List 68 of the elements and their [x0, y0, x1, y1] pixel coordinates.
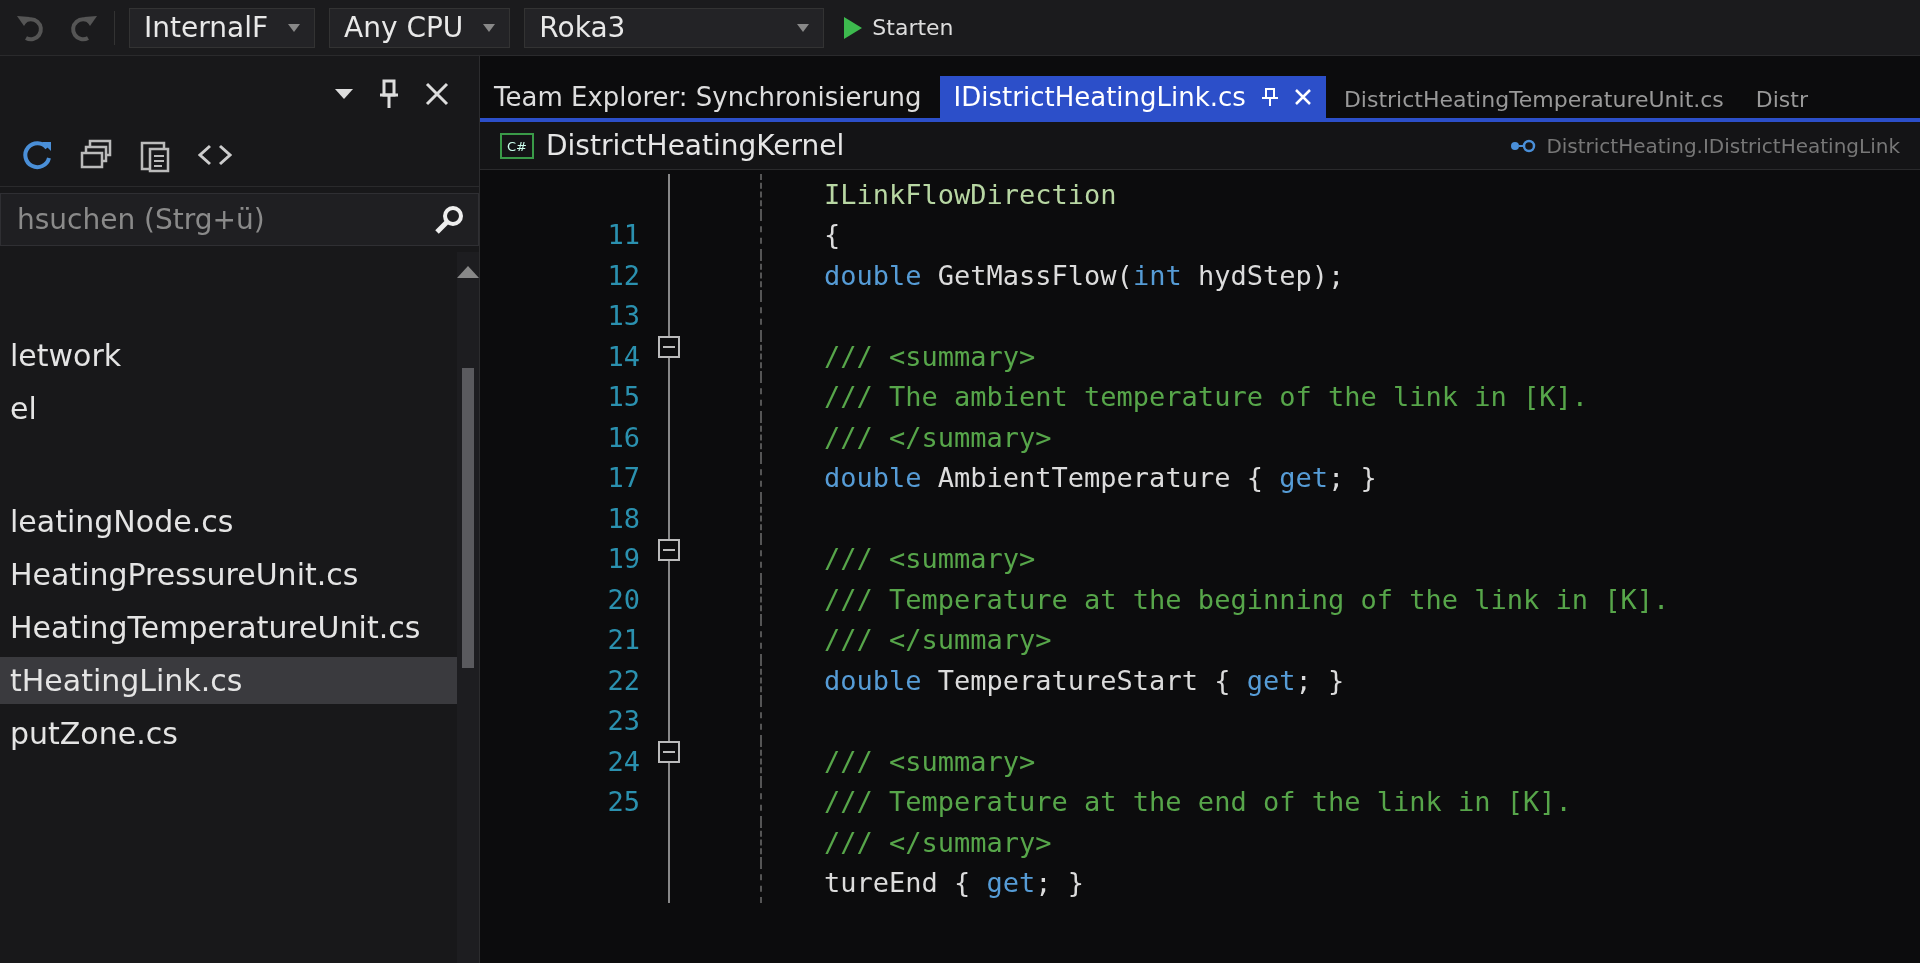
collapse-icon[interactable]: [658, 538, 680, 561]
line-number: 20: [606, 583, 640, 615]
code-line: double TemperatureStart { get; }: [823, 664, 1345, 696]
code-line: /// </summary>: [823, 421, 1052, 453]
search-field[interactable]: hsuchen (Strg+ü): [0, 193, 479, 246]
line-number: 12: [606, 259, 640, 291]
line-number: 22: [606, 664, 640, 696]
caret-icon[interactable]: [335, 89, 353, 99]
search-icon[interactable]: [434, 204, 464, 235]
code-line: /// <summary>: [823, 340, 1036, 372]
editor-tab[interactable]: IDistrictHeatingLink.cs: [939, 76, 1326, 118]
line-number: 25: [606, 786, 640, 818]
tree-item[interactable]: putZone.cs: [0, 710, 457, 757]
code-line: /// <summary>: [823, 745, 1036, 777]
tree-item[interactable]: el: [0, 385, 457, 432]
code-line: double AmbientTemperature { get; }: [823, 462, 1377, 494]
code-line: /// The ambient temperature of the link in [K].: [823, 381, 1588, 413]
editor-tab[interactable]: Team Explorer: Synchronisierung: [480, 76, 936, 118]
line-number: 19: [606, 543, 640, 575]
start-button[interactable]: Starten: [838, 14, 960, 41]
scrollbar-thumb[interactable]: [462, 368, 474, 668]
code-line: ILinkFlowDirection: [823, 178, 1117, 210]
code-line: /// Temperature at the end of the link in [K].: [823, 786, 1572, 818]
line-number: 11: [606, 219, 640, 251]
caret-icon: [797, 23, 810, 32]
close-icon[interactable]: [425, 82, 449, 106]
pin-icon[interactable]: [379, 79, 399, 109]
collapse-icon[interactable]: [658, 741, 680, 763]
toolbar-dropdown[interactable]: Any CPU: [329, 7, 511, 48]
code-line: /// <summary>: [823, 543, 1036, 575]
code-line: {: [823, 219, 841, 251]
line-number: 16: [606, 421, 640, 453]
pin-icon[interactable]: [1261, 88, 1278, 106]
code-brackets-icon[interactable]: [198, 144, 232, 166]
caret-icon: [288, 23, 301, 32]
scroll-up-icon[interactable]: [457, 266, 479, 278]
line-number: 13: [606, 300, 640, 332]
line-number: 23: [606, 705, 640, 737]
line-number: 15: [606, 381, 640, 413]
code-line: /// </summary>: [823, 826, 1052, 858]
csharp-file-icon: C#: [500, 132, 534, 159]
code-line: double GetMassFlow(int hydStep);: [823, 259, 1345, 291]
toolbar-dropdown[interactable]: Roka3: [524, 7, 825, 48]
refresh-icon[interactable]: [20, 138, 54, 172]
search-input[interactable]: hsuchen (Strg+ü): [15, 202, 424, 237]
project-dropdown[interactable]: C# DistrictHeatingKernel: [494, 128, 851, 163]
code-line: /// Temperature at the beginning of the link in [K].: [823, 583, 1670, 615]
toolbar-dropdown[interactable]: InternalF: [129, 7, 316, 48]
caret-icon: [483, 23, 496, 32]
code-line: tureEnd { get; }: [823, 867, 1085, 899]
interface-icon: [1510, 138, 1537, 153]
tree-item[interactable]: tHeatingLink.cs: [0, 657, 457, 704]
member-dropdown[interactable]: DistrictHeating.IDistrictHeatingLink: [1504, 132, 1906, 159]
tree-item[interactable]: letwork: [0, 332, 457, 379]
code-line: /// </summary>: [823, 624, 1052, 656]
collapse-icon[interactable]: [658, 336, 680, 358]
play-icon: [844, 16, 863, 39]
line-number: 21: [606, 624, 640, 656]
tree-item[interactable]: HeatingPressureUnit.cs: [0, 551, 457, 598]
line-number: 14: [606, 340, 640, 372]
tree-item[interactable]: HeatingTemperatureUnit.cs: [0, 604, 457, 651]
line-number: 24: [606, 745, 640, 777]
line-number: 18: [606, 502, 640, 534]
editor-tab[interactable]: DistrictHeatingTemperatureUnit.cs: [1329, 81, 1738, 118]
line-number: 17: [606, 462, 640, 494]
tree-item[interactable]: leatingNode.cs: [0, 498, 457, 545]
stacked-windows-icon[interactable]: [80, 139, 114, 171]
editor-tab[interactable]: Distr: [1741, 81, 1822, 118]
